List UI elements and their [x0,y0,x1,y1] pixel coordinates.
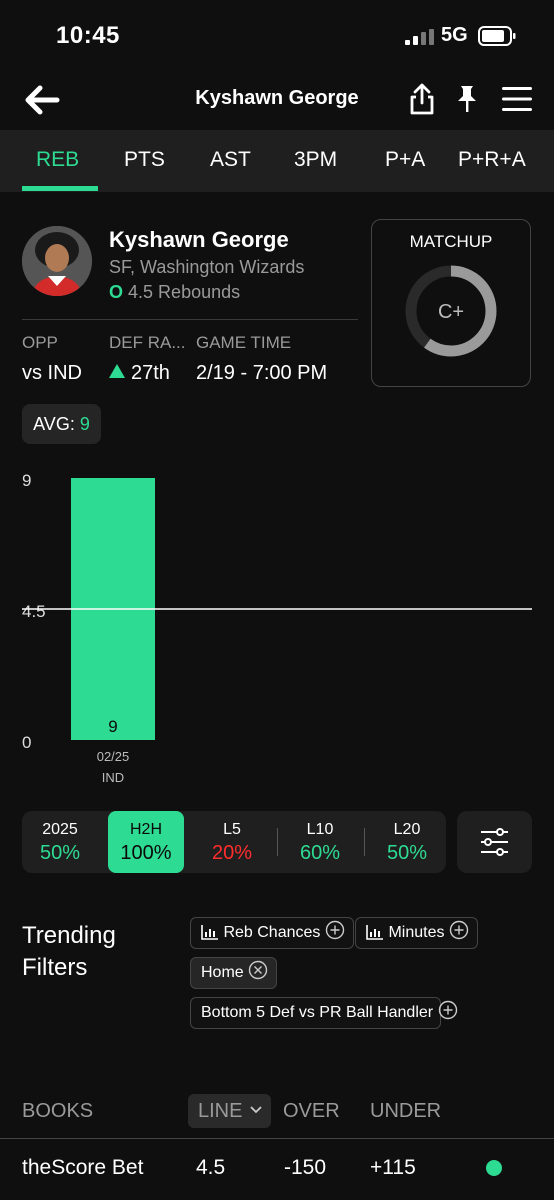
split-l5[interactable]: L5 20% [194,811,270,873]
y-tick-label: 0 [22,733,31,752]
books-divider [0,1138,554,1139]
y-tick-label: 4.5 [22,602,46,621]
x-tick-opponent: IND [102,770,124,785]
over-prefix: O [109,282,124,302]
bar-value-label: 9 [108,717,117,736]
bar-chart-icon [366,925,383,940]
split-separator [277,828,278,856]
line-text: 4.5 Rebounds [128,282,241,302]
player-line: O 4.5 Rebounds [109,282,240,303]
split-h2h[interactable]: H2H 100% [108,811,184,873]
add-circle-icon [325,920,345,940]
x-tick-date: 02/25 [97,749,130,764]
trending-filters-title: Trending Filters [22,920,116,984]
tab-pra[interactable]: P+R+A [458,148,526,172]
opp-label: OPP [22,333,58,352]
share-icon[interactable] [407,82,437,116]
y-tick-label: 9 [22,471,31,490]
chevron-down-icon [250,1106,262,1114]
tab-pa[interactable]: P+A [385,148,425,172]
tab-active-indicator [22,186,98,191]
avg-label: AVG: [33,414,75,434]
up-triangle-icon [109,364,125,378]
avg-value: 9 [79,414,90,434]
book-over[interactable]: -150 [284,1156,326,1180]
tab-pts[interactable]: PTS [124,148,165,172]
status-dot [486,1160,502,1176]
split-pct: 50% [39,842,81,864]
remove-circle-icon [248,960,268,980]
pin-icon[interactable] [455,84,479,114]
opp-value: vs IND [22,362,82,384]
def-rank-value: 27th [109,362,170,385]
chip-label: Home [201,964,244,981]
over-header: OVER [283,1100,340,1122]
split-separator [364,828,365,856]
player-avatar [22,226,92,296]
player-name: Kyshawn George [109,227,289,252]
divider [22,319,358,320]
chip-label: Bottom 5 Def vs PR Ball Handler [201,1004,434,1021]
status-time: 10:45 [56,22,120,49]
game-time-value: 2/19 - 7:00 PM [196,362,328,384]
book-name[interactable]: theScore Bet [22,1156,143,1180]
add-circle-icon [449,920,469,940]
split-2025[interactable]: 2025 50% [22,811,98,873]
chip-bottom5-def[interactable]: Bottom 5 Def vs PR Ball Handler [190,997,457,1029]
matchup-grade: C+ [438,301,464,323]
split-label: 2025 [42,821,78,838]
split-pct: 100% [120,842,172,864]
network-label: 5G [441,24,468,46]
bar-chart-icon [201,925,218,940]
book-line[interactable]: 4.5 [196,1156,225,1180]
tab-3pm[interactable]: 3PM [294,148,337,172]
matchup-title: MATCHUP [409,232,493,251]
sliders-icon [481,828,508,856]
filter-settings-button[interactable] [457,811,532,873]
chip-minutes[interactable]: Minutes [355,917,478,949]
game-time-label: GAME TIME [196,333,292,352]
signal-icon [405,29,434,45]
split-label: L20 [393,821,421,838]
hit-rate-chart: 9 4.5 0 9 02/25 IND [22,471,532,785]
split-l20[interactable]: L20 50% [369,811,445,873]
chip-reb-chances[interactable]: Reb Chances [190,917,354,949]
tab-reb[interactable]: REB [36,148,79,172]
under-header: UNDER [370,1100,442,1122]
tab-ast[interactable]: AST [210,148,251,172]
def-rank-text: 27th [131,362,170,384]
split-label: H2H [129,821,162,838]
split-label: L10 [306,821,334,838]
split-l10[interactable]: L10 60% [282,811,358,873]
split-pct: 60% [299,842,341,864]
split-label: L5 [223,821,241,838]
trending-title-line1: Trending [22,922,116,949]
split-pct: 20% [211,842,253,864]
menu-icon[interactable] [502,86,532,112]
battery-icon [478,26,516,46]
chip-label: Reb Chances [223,924,321,941]
avg-badge: AVG: 9 [22,404,101,444]
trending-title-line2: Filters [22,954,88,981]
split-pct: 50% [386,842,428,864]
line-header: LINE [198,1100,243,1122]
add-circle-icon [438,1000,457,1020]
def-rank-label: DEF RA... [109,333,186,352]
matchup-grade-donut: C+ [405,265,497,357]
books-header: BOOKS [22,1100,94,1122]
chip-label: Minutes [388,924,445,941]
player-team: SF, Washington Wizards [109,257,305,277]
book-under[interactable]: +115 [370,1156,416,1180]
chip-home[interactable]: Home [190,957,278,989]
